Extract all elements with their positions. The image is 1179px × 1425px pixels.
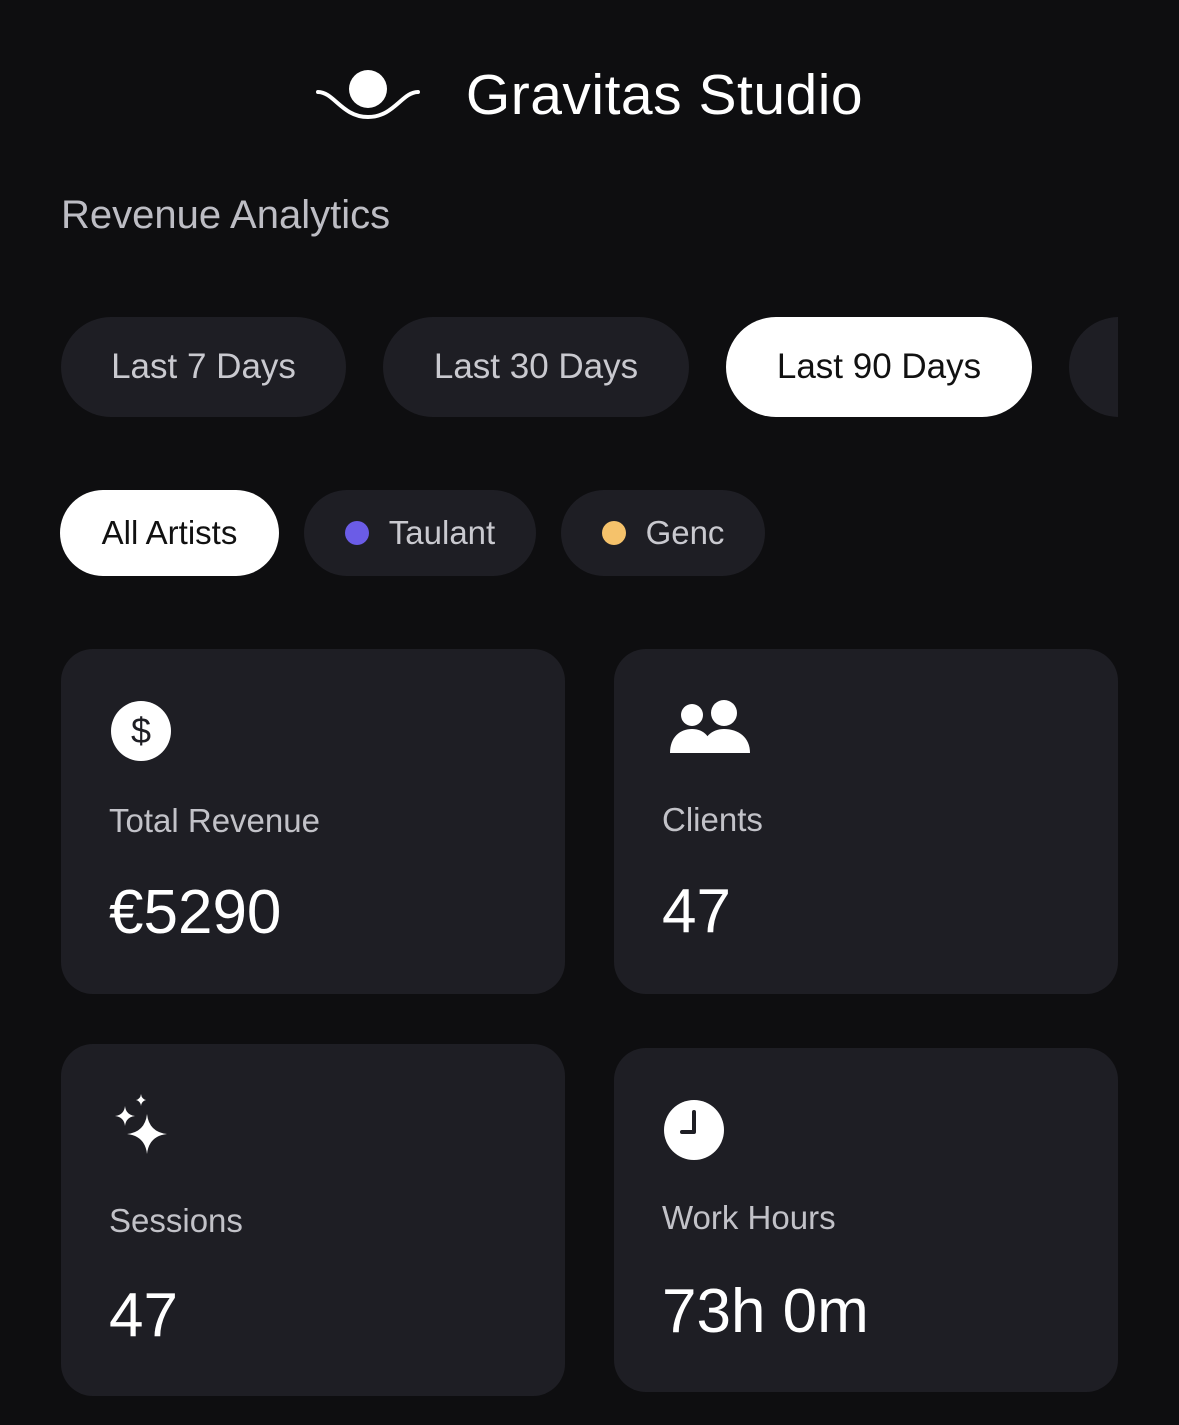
tab-last-90-days[interactable]: Last 90 Days xyxy=(726,317,1032,417)
stat-label: Sessions xyxy=(109,1202,243,1239)
tab-overflow[interactable] xyxy=(1069,317,1118,417)
clock-icon xyxy=(664,1100,724,1160)
page-title: Revenue Analytics xyxy=(61,193,391,237)
tab-label: Last 7 Days xyxy=(111,347,296,386)
stat-value: €5290 xyxy=(109,878,282,947)
svg-text:$: $ xyxy=(131,710,151,751)
stat-label: Total Revenue xyxy=(109,802,320,839)
stat-value: 47 xyxy=(109,1281,178,1350)
tab-last-7-days[interactable]: Last 7 Days xyxy=(61,317,346,417)
artist-filters: All Artists Taulant Genc xyxy=(0,490,1179,576)
stat-label: Clients xyxy=(662,801,763,838)
app-header: Gravitas Studio xyxy=(0,40,1179,150)
users-icon xyxy=(670,700,750,753)
tab-last-30-days[interactable]: Last 30 Days xyxy=(383,317,689,417)
artist-color-dot xyxy=(344,521,369,545)
filter-label: Taulant xyxy=(388,514,496,551)
tab-label: Last 90 Days xyxy=(776,347,982,386)
dollar-icon: $ xyxy=(111,701,171,761)
sessions-card: Sessions 47 xyxy=(61,1044,565,1396)
total-revenue-card: $ Total Revenue €5290 xyxy=(61,649,565,994)
work-hours-card: Work Hours 73h 0m xyxy=(614,1048,1118,1392)
filter-taulant[interactable]: Taulant xyxy=(304,490,536,576)
filter-label: Genc xyxy=(645,514,725,551)
sparkles-icon xyxy=(115,1094,167,1154)
stat-label: Work Hours xyxy=(662,1199,836,1236)
filter-genc[interactable]: Genc xyxy=(561,490,765,576)
clients-card: Clients 47 xyxy=(614,649,1118,994)
gravitas-logo-icon xyxy=(315,70,420,120)
filter-all-artists[interactable]: All Artists xyxy=(60,490,279,576)
app-title: Gravitas Studio xyxy=(465,63,864,127)
tab-label: Last 30 Days xyxy=(433,347,639,386)
stat-value: 47 xyxy=(662,877,731,946)
artist-color-dot xyxy=(601,521,626,545)
period-tabs: Last 7 Days Last 30 Days Last 90 Days xyxy=(0,317,1118,417)
filter-label: All Artists xyxy=(101,514,238,551)
stat-value: 73h 0m xyxy=(662,1277,869,1346)
